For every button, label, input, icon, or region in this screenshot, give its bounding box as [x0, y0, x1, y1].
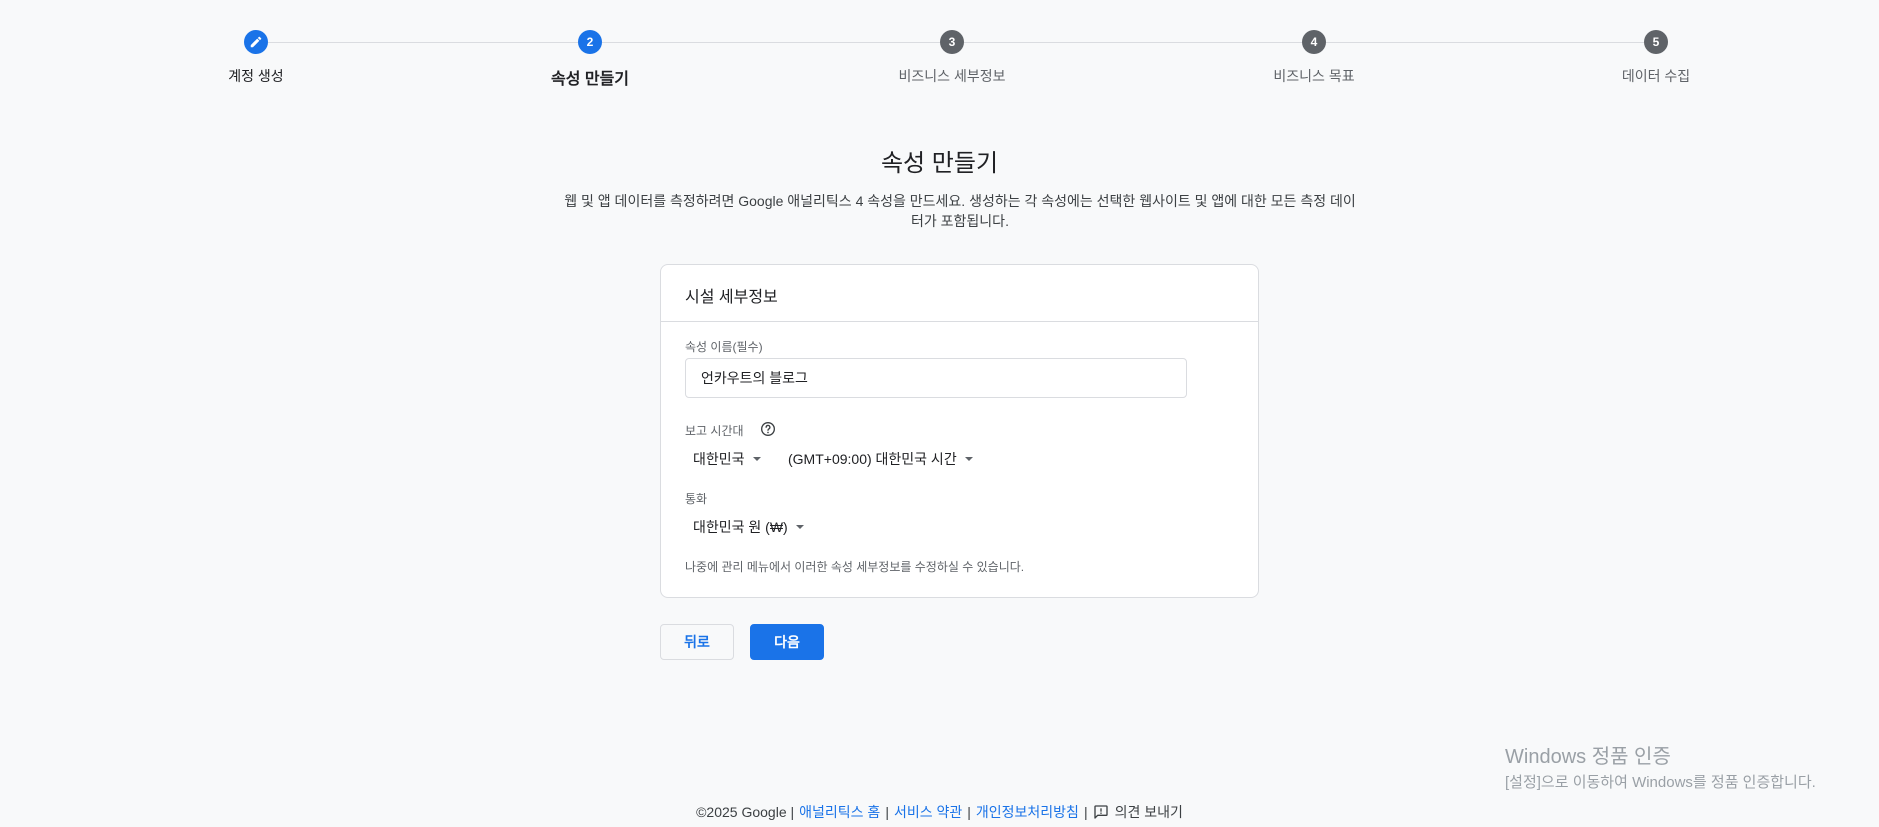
chevron-down-icon: [795, 525, 804, 529]
watermark-subtitle: [설정]으로 이동하여 Windows를 정품 인증합니다.: [1505, 774, 1816, 791]
step-label: 속성 만들기: [550, 71, 630, 88]
page-description: 웹 및 앱 데이터를 측정하려면 Google 애널리틱스 4 속성을 만드세요…: [564, 193, 1356, 229]
footer: ©2025 Google | 애널리틱스 홈 | 서비스 약관 | 개인정보처리…: [0, 802, 1879, 822]
property-name-label: 속성 이름(필수): [685, 340, 763, 354]
chevron-down-icon: [964, 457, 973, 461]
currency-value: 대한민국 원 (₩): [693, 519, 788, 535]
analytics-home-link[interactable]: 애널리틱스 홈: [799, 802, 880, 822]
step-label: 계정 생성: [228, 68, 284, 84]
footer-separator: |: [885, 804, 889, 820]
step-label: 비즈니스 목표: [1273, 68, 1355, 84]
feedback-icon: [1093, 805, 1108, 819]
property-name-input[interactable]: [685, 358, 1187, 398]
timezone-country-select[interactable]: 대한민국: [693, 449, 761, 469]
chevron-down-icon: [752, 457, 761, 461]
feedback-label: 의견 보내기: [1114, 804, 1183, 820]
step-business-goals: 4 비즈니스 목표: [1214, 30, 1414, 86]
step-circle-pending: 4: [1302, 30, 1326, 54]
edit-later-note: 나중에 관리 메뉴에서 이러한 속성 세부정보를 수정하실 수 있습니다.: [685, 560, 1025, 574]
privacy-link[interactable]: 개인정보처리방침: [976, 802, 1079, 822]
timezone-country-value: 대한민국: [693, 451, 745, 467]
property-details-card: 시설 세부정보 속성 이름(필수) 보고 시간대 대한민국 (GMT+09:00…: [660, 264, 1259, 598]
currency-select[interactable]: 대한민국 원 (₩): [693, 517, 804, 537]
step-create-property: 2 속성 만들기: [490, 30, 690, 89]
step-circle-done: [244, 30, 268, 54]
timezone-select[interactable]: (GMT+09:00) 대한민국 시간: [788, 449, 973, 469]
windows-activation-watermark: Windows 정품 인증 [설정]으로 이동하여 Windows를 정품 인증…: [1505, 740, 1816, 792]
copyright-text: ©2025 Google |: [696, 804, 795, 820]
step-business-details: 3 비즈니스 세부정보: [852, 30, 1052, 86]
terms-link[interactable]: 서비스 약관: [894, 802, 962, 822]
progress-stepper: 계정 생성 2 속성 만들기 3 비즈니스 세부정보 4 비즈니스 목표 5 데…: [0, 0, 1879, 100]
pencil-icon: [250, 36, 262, 48]
step-label: 비즈니스 세부정보: [898, 68, 1006, 84]
step-data-collection: 5 데이터 수집: [1556, 30, 1756, 86]
next-button[interactable]: 다음: [750, 624, 824, 660]
card-header: 시설 세부정보: [661, 265, 1258, 322]
timezone-label: 보고 시간대: [685, 424, 744, 438]
footer-separator: |: [1083, 804, 1088, 820]
page-title: 속성 만들기: [880, 150, 999, 177]
timezone-value: (GMT+09:00) 대한민국 시간: [788, 451, 957, 467]
currency-label: 통화: [685, 492, 708, 506]
step-circle-pending: 3: [940, 30, 964, 54]
step-label: 데이터 수집: [1621, 68, 1691, 84]
step-circle-pending: 5: [1644, 30, 1668, 54]
footer-separator: |: [967, 804, 971, 820]
help-icon[interactable]: [760, 421, 776, 437]
back-button[interactable]: 뒤로: [660, 624, 734, 660]
send-feedback-button[interactable]: 의견 보내기: [1093, 802, 1183, 822]
step-circle-active: 2: [578, 30, 602, 54]
watermark-title: Windows 정품 인증: [1505, 746, 1671, 768]
step-account-creation: 계정 생성: [156, 30, 356, 86]
